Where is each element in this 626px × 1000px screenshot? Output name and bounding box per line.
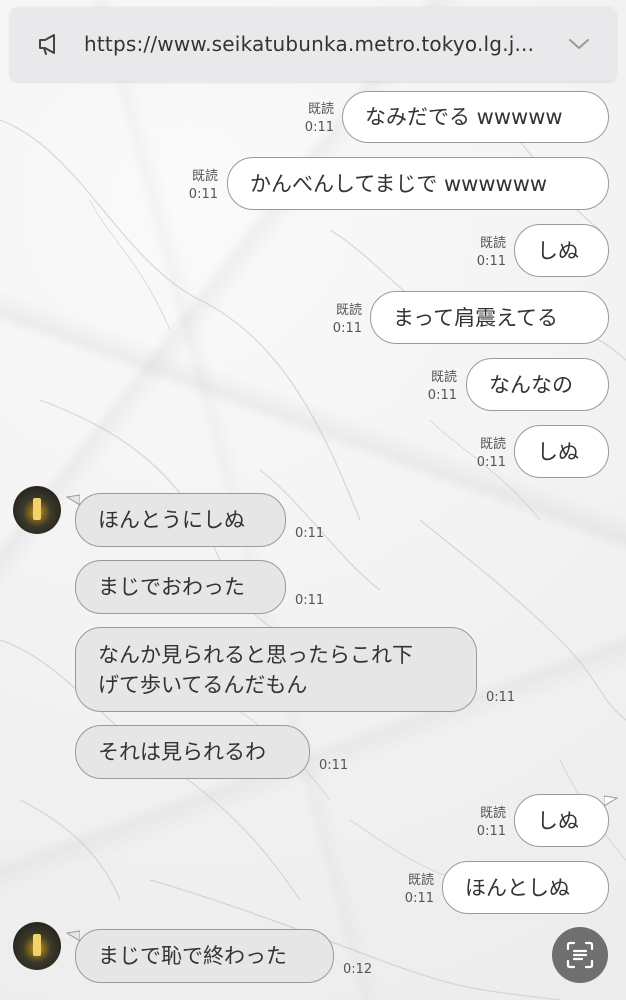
message-meta: 既読 0:11 bbox=[290, 101, 334, 137]
message-meta: 既読 0:11 bbox=[318, 302, 362, 338]
message-text: それは見られるわ bbox=[98, 740, 266, 764]
link-preview-banner[interactable]: https://www.seikatubunka.metro.tokyo.lg.… bbox=[10, 7, 616, 81]
message-text: まじで恥で終わった bbox=[98, 944, 287, 968]
message-text: ほんとうにしぬ bbox=[98, 508, 245, 532]
message-time: 0:11 bbox=[476, 254, 506, 269]
banner-url[interactable]: https://www.seikatubunka.metro.tokyo.lg.… bbox=[84, 32, 556, 56]
message-time: 0:11 bbox=[295, 593, 325, 608]
message-text: なんなの bbox=[489, 372, 573, 397]
message-time: 0:11 bbox=[304, 120, 334, 135]
message-time: 0:11 bbox=[295, 526, 325, 541]
message-time: 0:11 bbox=[404, 891, 434, 906]
message-text: しぬ bbox=[537, 808, 579, 833]
message-text: なみだでる wwwww bbox=[365, 105, 563, 129]
read-receipt: 既読 bbox=[191, 169, 218, 184]
message-meta: 既読 0:11 bbox=[462, 436, 506, 472]
message-meta: 既読 0:11 bbox=[413, 369, 457, 405]
message-time: 0:11 bbox=[476, 824, 506, 839]
message-time: 0:12 bbox=[343, 962, 373, 977]
message-time: 0:11 bbox=[188, 187, 218, 202]
message-meta: 既読 0:11 bbox=[462, 805, 506, 841]
message-text: ほんとしぬ bbox=[465, 875, 570, 900]
message-text: かんべんしてまじで wwwwww bbox=[250, 171, 548, 196]
message-text: まじでおわった bbox=[98, 575, 245, 599]
message-meta: 既読 0:11 bbox=[174, 168, 218, 204]
message-meta: 既読 0:11 bbox=[462, 235, 506, 271]
message-time: 0:11 bbox=[427, 388, 457, 403]
message-time: 0:11 bbox=[319, 758, 349, 773]
message-text-line: げて歩いてるんだもん bbox=[98, 673, 308, 697]
message-bubble-incoming[interactable]: まじで恥で終わった bbox=[75, 929, 334, 983]
message-text: しぬ bbox=[537, 238, 579, 263]
read-receipt: 既読 bbox=[407, 873, 434, 888]
read-receipt: 既読 bbox=[335, 303, 362, 318]
text-scan-button[interactable] bbox=[552, 927, 608, 983]
message-bubble-outgoing[interactable]: なんなの bbox=[466, 358, 609, 411]
avatar[interactable] bbox=[13, 922, 61, 970]
message-bubble-outgoing[interactable]: しぬ bbox=[514, 794, 609, 847]
message-bubble-incoming[interactable]: なんか見られると思ったらこれ下 げて歩いてるんだもん bbox=[75, 627, 477, 712]
read-receipt: 既読 bbox=[307, 102, 334, 117]
message-bubble-incoming[interactable]: ほんとうにしぬ bbox=[75, 493, 286, 547]
message-bubble-outgoing[interactable]: まって肩震えてる bbox=[370, 291, 609, 344]
bubble-tail bbox=[604, 795, 618, 807]
read-receipt: 既読 bbox=[479, 236, 506, 251]
message-bubble-outgoing[interactable]: しぬ bbox=[514, 224, 609, 277]
message-bubble-incoming[interactable]: まじでおわった bbox=[75, 560, 286, 614]
read-receipt: 既読 bbox=[479, 806, 506, 821]
message-time: 0:11 bbox=[476, 455, 506, 470]
megaphone-icon bbox=[39, 34, 55, 55]
read-receipt: 既読 bbox=[430, 370, 457, 385]
message-time: 0:11 bbox=[332, 321, 362, 336]
message-time: 0:11 bbox=[486, 690, 516, 705]
avatar[interactable] bbox=[13, 486, 61, 534]
message-bubble-incoming[interactable]: それは見られるわ bbox=[75, 725, 310, 779]
chevron-down-icon[interactable] bbox=[568, 37, 590, 51]
read-receipt: 既読 bbox=[479, 437, 506, 452]
message-bubble-outgoing[interactable]: ほんとしぬ bbox=[442, 861, 609, 914]
message-text-line: なんか見られると思ったらこれ下 bbox=[98, 643, 413, 667]
message-bubble-outgoing[interactable]: かんべんしてまじで wwwwww bbox=[227, 157, 609, 210]
text-scan-icon bbox=[566, 941, 594, 969]
message-bubble-outgoing[interactable]: なみだでる wwwww bbox=[342, 91, 609, 143]
message-text: しぬ bbox=[537, 439, 579, 464]
message-meta: 既読 0:11 bbox=[390, 872, 434, 908]
message-text: まって肩震えてる bbox=[393, 305, 559, 330]
message-bubble-outgoing[interactable]: しぬ bbox=[514, 425, 609, 478]
